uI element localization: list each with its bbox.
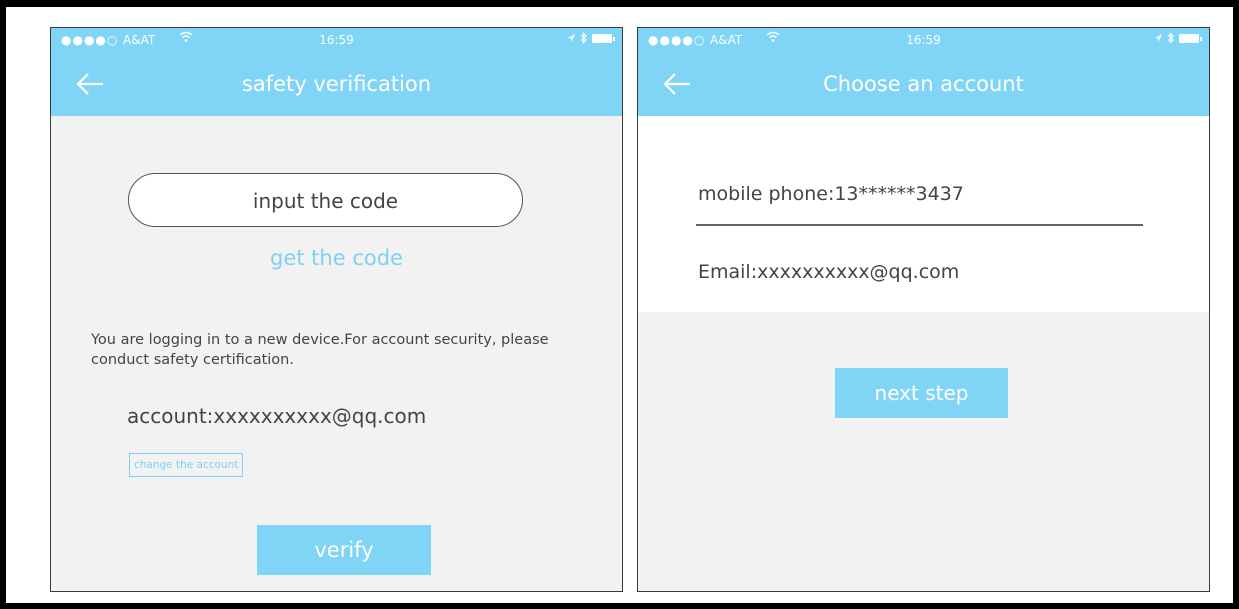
phone-screen-safety-verification: ●●●●○ A&AT 16:59 safety verification inp… <box>50 27 623 592</box>
location-arrow-icon <box>568 34 575 42</box>
next-step-button[interactable]: next step <box>835 368 1008 418</box>
nav-bar: Choose an account <box>638 54 1209 116</box>
code-input-field[interactable]: input the code <box>128 173 523 227</box>
get-code-link[interactable]: get the code <box>51 246 622 270</box>
phone-screen-choose-account: ●●●●○ A&AT 16:59 Choose an account mobil… <box>637 27 1210 592</box>
page-title: Choose an account <box>823 72 1024 96</box>
verify-button[interactable]: verify <box>257 525 431 575</box>
account-option-email[interactable]: Email:xxxxxxxxxx@qq.com <box>698 261 959 283</box>
bluetooth-icon <box>1167 32 1174 44</box>
battery-icon <box>1179 33 1202 43</box>
status-bar: ●●●●○ A&AT 16:59 <box>51 28 622 54</box>
canvas: ●●●●○ A&AT 16:59 safety verification inp… <box>6 7 1233 603</box>
account-label: account:xxxxxxxxxx@qq.com <box>127 404 427 428</box>
bluetooth-icon <box>580 32 587 44</box>
status-time: 16:59 <box>319 33 354 47</box>
status-time: 16:59 <box>906 33 941 47</box>
status-right-icons <box>1154 32 1202 44</box>
account-option-mobile-phone[interactable]: mobile phone:13******3437 <box>698 183 964 205</box>
status-bar: ●●●●○ A&AT 16:59 <box>638 28 1209 54</box>
account-list: mobile phone:13******3437 Email:xxxxxxxx… <box>638 116 1209 312</box>
divider <box>696 224 1143 226</box>
page-title: safety verification <box>241 72 432 96</box>
battery-icon <box>592 33 615 43</box>
nav-bar: safety verification <box>51 54 622 116</box>
change-account-button[interactable]: change the account <box>129 453 244 477</box>
location-arrow-icon <box>1155 34 1162 42</box>
security-notice: You are logging in to a new device.For a… <box>91 332 549 368</box>
status-right-icons <box>567 32 615 44</box>
